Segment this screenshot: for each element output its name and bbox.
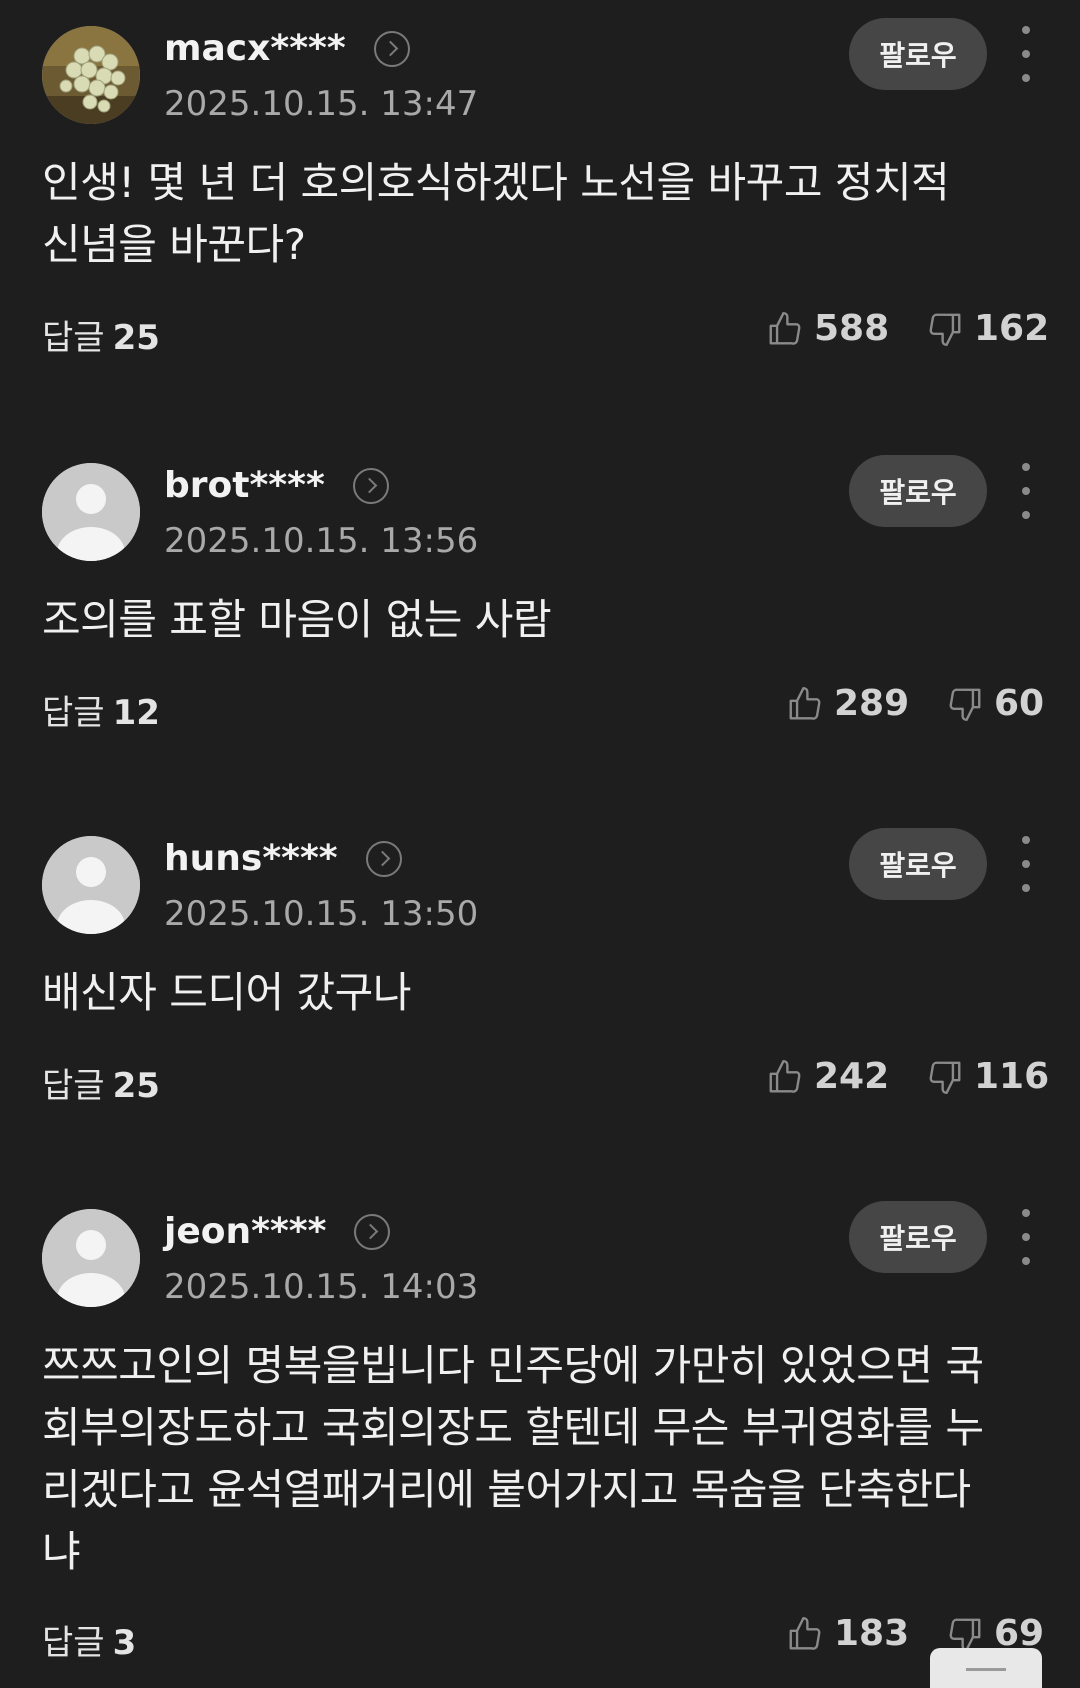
reply-button[interactable]: 답글 25	[42, 1058, 160, 1107]
avatar[interactable]	[42, 1209, 140, 1307]
like-button[interactable]: 242	[766, 1056, 889, 1097]
kebab-menu-icon[interactable]	[1018, 463, 1034, 519]
comment-text: 쯔쯔고인의 명복을빕니다 민주당에 가만히 있었으면 국회부의장도하고 국회의장…	[42, 1341, 984, 1576]
kebab-menu-icon[interactable]	[1018, 26, 1034, 82]
chevron-right-circle-icon[interactable]	[354, 1213, 391, 1250]
kebab-menu-icon[interactable]	[1018, 1209, 1034, 1265]
chevron-right-circle-icon[interactable]	[365, 840, 402, 877]
timestamp: 2025.10.15. 13:50	[164, 894, 479, 934]
avatar[interactable]	[42, 463, 140, 561]
follow-button[interactable]: 팔로우	[849, 828, 987, 900]
kebab-menu-icon[interactable]	[1018, 836, 1034, 892]
reply-count: 12	[112, 693, 160, 733]
like-button[interactable]: 588	[766, 308, 889, 349]
thumbs-up-icon	[769, 311, 801, 345]
comment-text: 조의를 표할 마음이 없는 사람	[42, 595, 552, 644]
reply-button[interactable]: 답글 12	[42, 685, 160, 734]
like-count: 588	[814, 308, 890, 349]
grape-photo-avatar	[42, 26, 140, 124]
dislike-button[interactable]: 116	[926, 1056, 1049, 1097]
thumbs-down-icon	[929, 1061, 961, 1094]
thumbs-down-icon	[949, 688, 981, 721]
chevron-right-circle-icon[interactable]	[352, 467, 389, 504]
timestamp: 2025.10.15. 14:03	[164, 1267, 479, 1307]
username[interactable]: macx****	[164, 28, 410, 69]
reply-count: 25	[112, 1066, 160, 1106]
username[interactable]: brot****	[164, 465, 389, 506]
reply-button[interactable]: 답글 25	[42, 310, 160, 359]
default-user-icon	[42, 1209, 140, 1307]
username-text[interactable]: jeon****	[164, 1211, 326, 1252]
like-count: 183	[834, 1613, 910, 1654]
timestamp: 2025.10.15. 13:56	[164, 521, 479, 561]
timestamp: 2025.10.15. 13:47	[164, 84, 479, 124]
reply-label: 답글	[42, 1066, 105, 1106]
default-user-icon	[42, 836, 140, 934]
default-user-icon	[42, 463, 140, 561]
dislike-count: 60	[994, 683, 1045, 724]
scroll-handle[interactable]	[930, 1648, 1042, 1688]
dislike-button[interactable]: 162	[926, 308, 1049, 349]
dislike-count: 116	[974, 1056, 1050, 1097]
thumbs-up-icon	[789, 686, 821, 720]
username-text[interactable]: brot****	[164, 465, 325, 506]
like-count: 289	[834, 683, 910, 724]
follow-button[interactable]: 팔로우	[849, 455, 987, 527]
username-text[interactable]: macx****	[164, 28, 346, 69]
like-button[interactable]: 289	[786, 683, 909, 724]
thumbs-down-icon	[929, 313, 961, 346]
reply-button[interactable]: 답글 3	[42, 1615, 136, 1664]
reply-label: 답글	[42, 318, 105, 358]
username-text[interactable]: huns****	[164, 838, 338, 879]
username[interactable]: huns****	[164, 838, 402, 879]
dislike-button[interactable]: 60	[946, 683, 1044, 724]
reply-label: 답글	[42, 1623, 105, 1663]
comment-text: 인생! 몇 년 더 호의호식하겠다 노선을 바꾸고 정치적 신념을 바꾼다?	[42, 158, 950, 269]
thumbs-up-icon	[769, 1059, 801, 1093]
username[interactable]: jeon****	[164, 1211, 391, 1252]
reply-count: 3	[112, 1623, 137, 1663]
comment-text: 배신자 드디어 갔구나	[42, 968, 411, 1017]
dislike-count: 162	[974, 308, 1050, 349]
reply-label: 답글	[42, 693, 105, 733]
thumbs-up-icon	[789, 1616, 821, 1650]
like-button[interactable]: 183	[786, 1613, 909, 1654]
follow-button[interactable]: 팔로우	[849, 18, 987, 90]
chevron-right-circle-icon[interactable]	[373, 30, 410, 67]
avatar[interactable]	[42, 26, 140, 124]
like-count: 242	[814, 1056, 890, 1097]
follow-button[interactable]: 팔로우	[849, 1201, 987, 1273]
avatar[interactable]	[42, 836, 140, 934]
thumbs-down-icon	[949, 1618, 981, 1651]
reply-count: 25	[112, 318, 160, 358]
